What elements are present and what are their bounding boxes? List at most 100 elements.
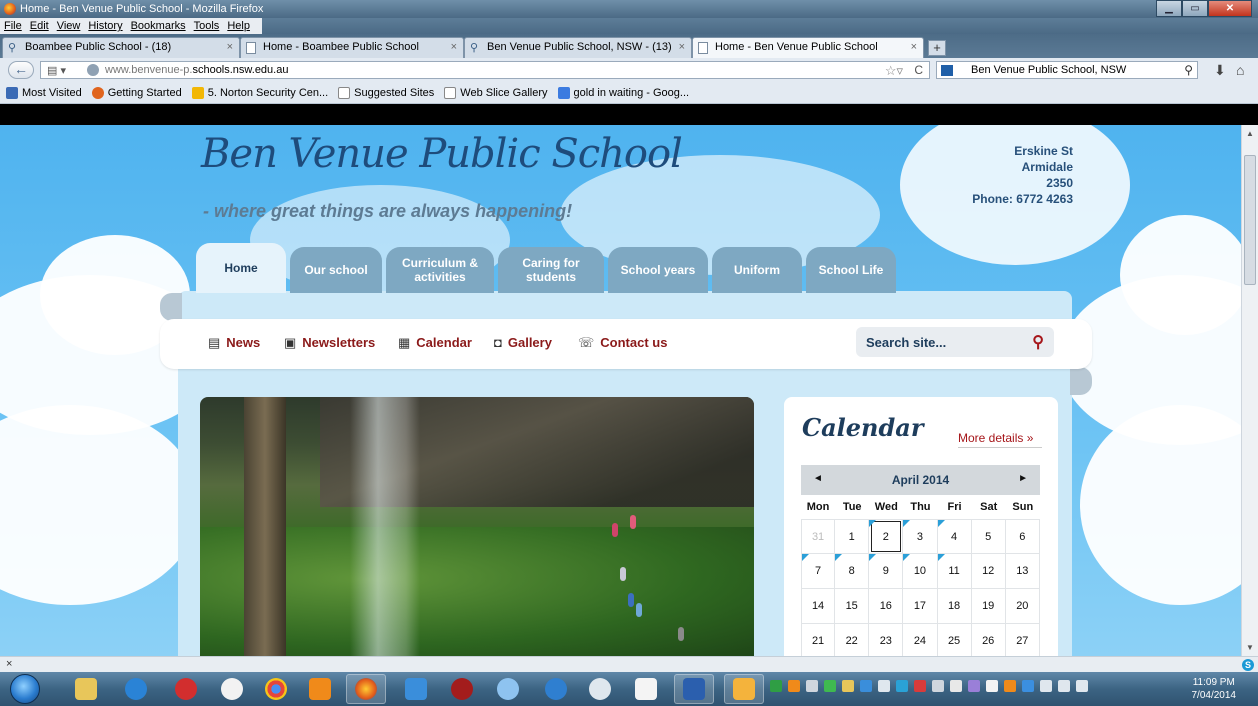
url-bar[interactable]: ▤ ▾ www.benvenue-p.schools.nsw.edu.au ☆▿… — [40, 61, 930, 79]
calendar-day[interactable]: 22 — [835, 624, 870, 656]
scrollbar-thumb[interactable] — [1244, 155, 1256, 285]
taskbar-app-red[interactable] — [442, 674, 482, 704]
taskbar-clock-app[interactable] — [212, 674, 252, 704]
scroll-up-icon[interactable]: ▲ — [1246, 129, 1254, 138]
minimize-button[interactable]: ▁ — [1156, 0, 1182, 17]
taskbar-app-orange[interactable] — [724, 674, 764, 704]
search-icon[interactable]: ⚲ — [1184, 63, 1193, 77]
nav-our-school[interactable]: Our school — [290, 247, 382, 293]
featured-photo[interactable] — [200, 397, 754, 656]
menu-bookmarks[interactable]: Bookmarks — [131, 18, 186, 34]
calendar-day[interactable]: 10 — [903, 554, 938, 589]
tab-boambee-search[interactable]: ⚲ Boambee Public School - (18) × — [2, 37, 240, 58]
calendar-day[interactable]: 18 — [937, 589, 972, 624]
calendar-day[interactable]: 27 — [1006, 624, 1040, 656]
nav-uniform[interactable]: Uniform — [712, 247, 802, 293]
close-button[interactable]: ✕ — [1208, 0, 1252, 17]
quicklink-newsletters[interactable]: ▣ Newsletters — [284, 335, 375, 351]
tray-icon[interactable] — [806, 680, 818, 692]
taskbar-calculator[interactable] — [580, 674, 620, 704]
tray-icon[interactable] — [1022, 680, 1034, 692]
bookmark-norton[interactable]: 5. Norton Security Cen... — [191, 87, 328, 99]
bookmark-web-slice-gallery[interactable]: Web Slice Gallery — [444, 87, 548, 99]
flag-icon[interactable] — [986, 680, 998, 692]
quicklink-gallery[interactable]: ◘ Gallery — [494, 335, 552, 350]
close-addon-bar-icon[interactable]: × — [6, 658, 12, 670]
taskbar-lync[interactable] — [396, 674, 436, 704]
calendar-day-today[interactable]: 2 — [869, 519, 904, 554]
tray-icon[interactable] — [824, 680, 836, 692]
tab-close-icon[interactable]: × — [911, 38, 917, 57]
bookmark-star-icon[interactable]: ☆▿ — [885, 63, 903, 79]
calendar-more-details-link[interactable]: More details » — [958, 431, 1042, 448]
menu-view[interactable]: View — [57, 18, 81, 34]
taskbar-app-phone[interactable] — [488, 674, 528, 704]
volume-icon[interactable] — [1076, 680, 1088, 692]
calendar-day[interactable]: 8 — [835, 554, 870, 589]
calendar-day[interactable]: 14 — [801, 589, 836, 624]
next-month-icon[interactable]: ► — [1018, 473, 1028, 484]
calendar-day[interactable]: 1 — [835, 519, 870, 554]
url-text[interactable]: www.benvenue-p.schools.nsw.edu.au — [105, 64, 288, 76]
new-tab-button[interactable]: + — [928, 40, 946, 56]
taskbar-math[interactable] — [536, 674, 576, 704]
calendar-day[interactable]: 13 — [1005, 554, 1040, 589]
tray-icon[interactable] — [878, 680, 890, 692]
quicklink-contact-us[interactable]: ☏ Contact us — [578, 335, 667, 351]
tray-icon[interactable] — [860, 680, 872, 692]
taskbar-ie[interactable] — [116, 674, 156, 704]
search-value[interactable]: Ben Venue Public School, NSW — [971, 64, 1126, 76]
tray-icon[interactable] — [896, 680, 908, 692]
calendar-day[interactable]: 19 — [971, 589, 1006, 624]
menu-edit[interactable]: Edit — [30, 18, 49, 34]
nav-curriculum-activities[interactable]: Curriculum & activities — [386, 247, 494, 293]
tray-icon[interactable] — [1040, 680, 1052, 692]
network-icon[interactable] — [1058, 680, 1070, 692]
tab-benvenue-home[interactable]: Home - Ben Venue Public School × — [692, 37, 924, 58]
skype-icon[interactable]: S — [1242, 659, 1254, 671]
calendar-day[interactable]: 15 — [835, 589, 870, 624]
calendar-day[interactable]: 7 — [801, 554, 836, 589]
taskbar-pdf[interactable] — [626, 674, 666, 704]
school-logo-title[interactable]: Ben Venue Public School — [201, 131, 683, 177]
browser-search-bar[interactable]: Ben Venue Public School, NSW ⚲ — [936, 61, 1198, 79]
tray-icon[interactable] — [788, 680, 800, 692]
taskbar-pin-app[interactable] — [166, 674, 206, 704]
maximize-button[interactable]: ▭ — [1182, 0, 1208, 17]
calendar-day[interactable]: 25 — [938, 624, 972, 656]
taskbar-word[interactable] — [674, 674, 714, 704]
tray-icon[interactable] — [1004, 680, 1016, 692]
tray-icon[interactable] — [932, 680, 944, 692]
system-clock[interactable]: 11:09 PM 7/04/2014 — [1192, 676, 1237, 702]
download-icon[interactable]: ⬇ — [1214, 62, 1226, 79]
quicklink-calendar[interactable]: ▦ Calendar — [398, 335, 472, 351]
site-identity-icon[interactable]: ▤ ▾ — [47, 64, 66, 77]
menu-tools[interactable]: Tools — [194, 18, 220, 34]
calendar-day[interactable]: 12 — [971, 554, 1006, 589]
nav-school-years[interactable]: School years — [608, 247, 708, 293]
calendar-day[interactable]: 9 — [869, 554, 904, 589]
tray-icon[interactable] — [950, 680, 962, 692]
tray-icon[interactable] — [968, 680, 980, 692]
calendar-day[interactable]: 4 — [937, 519, 972, 554]
nav-school-life[interactable]: School Life — [806, 247, 896, 293]
tray-icon[interactable] — [770, 680, 782, 692]
menu-help[interactable]: Help — [227, 18, 250, 34]
calendar-day[interactable]: 26 — [972, 624, 1006, 656]
tray-icon[interactable] — [842, 680, 854, 692]
bookmark-gold-in-waiting[interactable]: gold in waiting - Goog... — [557, 87, 689, 99]
bookmark-getting-started[interactable]: Getting Started — [91, 87, 182, 99]
start-button[interactable] — [10, 674, 40, 704]
tab-close-icon[interactable]: × — [227, 38, 233, 57]
calendar-day[interactable]: 3 — [903, 519, 938, 554]
tab-boambee-home[interactable]: Home - Boambee Public School × — [240, 37, 464, 58]
scroll-down-icon[interactable]: ▼ — [1246, 643, 1254, 652]
menu-history[interactable]: History — [88, 18, 122, 34]
calendar-day[interactable]: 5 — [971, 519, 1006, 554]
calendar-day[interactable]: 6 — [1005, 519, 1040, 554]
tab-close-icon[interactable]: × — [679, 38, 685, 57]
calendar-day[interactable]: 23 — [869, 624, 904, 656]
bookmark-suggested-sites[interactable]: Suggested Sites — [338, 87, 434, 99]
tab-close-icon[interactable]: × — [451, 38, 457, 57]
calendar-day[interactable]: 24 — [903, 624, 938, 656]
